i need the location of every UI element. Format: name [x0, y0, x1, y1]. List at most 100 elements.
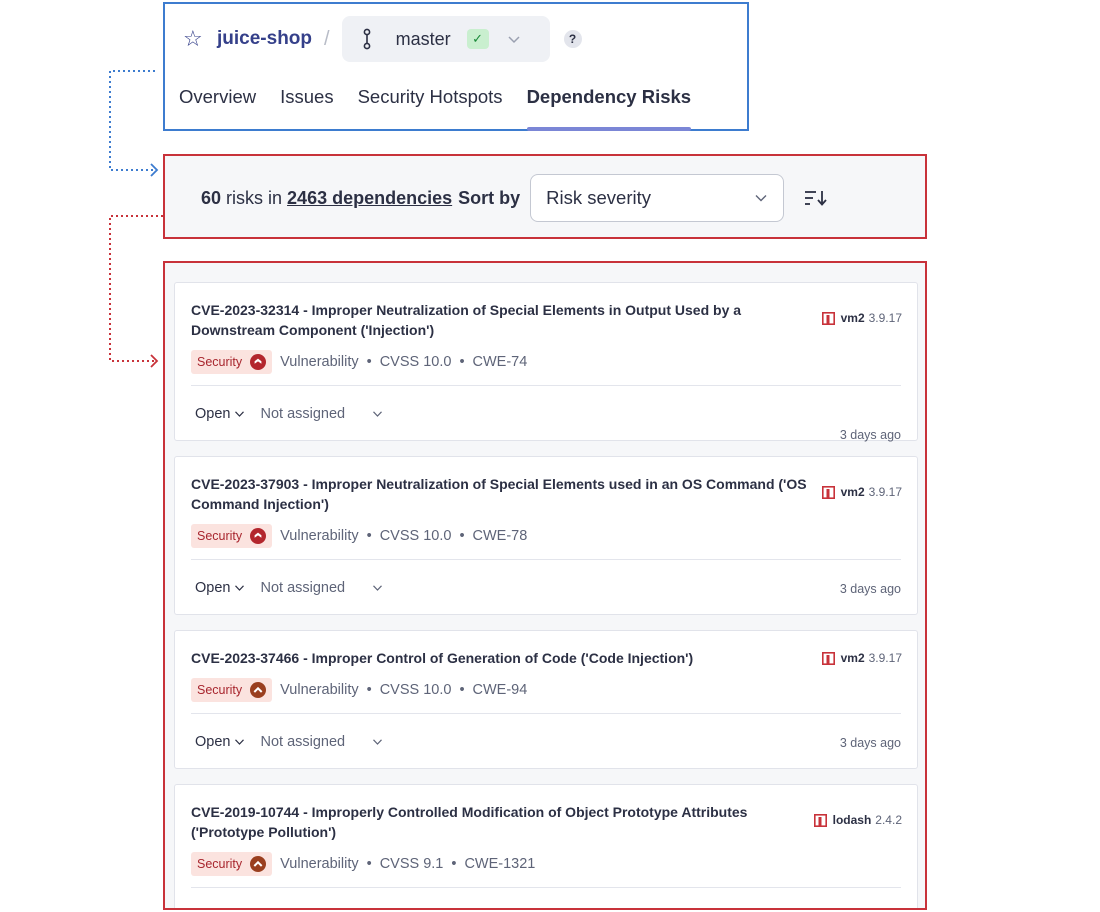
chevron-down-icon[interactable]	[235, 411, 245, 417]
risk-title[interactable]: CVE-2023-37466 - Improper Control of Gen…	[191, 648, 811, 668]
risk-title[interactable]: CVE-2023-32314 - Improper Neutralization…	[191, 300, 811, 340]
breadcrumb-separator: /	[324, 27, 330, 50]
card-divider	[191, 559, 901, 560]
risk-age: 3 days ago	[839, 582, 901, 596]
security-badge-label: Security	[197, 529, 243, 543]
cwe-id: CWE-94	[472, 682, 528, 698]
connector-red	[109, 215, 163, 368]
status-dropdown[interactable]: Open	[195, 580, 230, 596]
package-version: 3.9.17	[868, 485, 902, 499]
risk-meta: Security Vulnerability • CVSS 10.0 • CWE…	[191, 350, 527, 374]
cvss-score: CVSS 10.0	[379, 528, 452, 544]
risk-age: 3 days ago	[839, 428, 901, 442]
package-reference[interactable]: vm2 3.9.17	[821, 311, 902, 325]
cvss-score: CVSS 10.0	[379, 354, 452, 370]
tab-security-hotspots[interactable]: Security Hotspots	[358, 86, 503, 130]
npm-package-icon	[821, 651, 835, 665]
npm-package-icon	[813, 813, 827, 827]
chevron-down-icon[interactable]	[235, 739, 245, 745]
dependencies-link[interactable]: 2463 dependencies	[287, 188, 452, 209]
risk-meta: Security Vulnerability • CVSS 9.1 • CWE-…	[191, 852, 535, 876]
blocker-severity-icon	[250, 528, 267, 544]
blocker-severity-icon	[250, 354, 267, 370]
package-reference[interactable]: lodash 2.4.2	[813, 813, 902, 827]
help-icon[interactable]: ?	[563, 30, 582, 48]
security-badge-label: Security	[197, 683, 243, 697]
meta-separator: •	[366, 354, 372, 370]
risk-title[interactable]: CVE-2019-10744 - Improperly Controlled M…	[191, 802, 811, 842]
project-header: ☆ juice-shop / master ✓ ? Overview Issue…	[163, 2, 749, 131]
meta-separator: •	[459, 354, 465, 370]
meta-separator: •	[366, 528, 372, 544]
package-name: lodash	[832, 813, 872, 827]
risk-card[interactable]: CVE-2023-32314 - Improper Neutralization…	[174, 282, 918, 442]
risk-meta: Security Vulnerability • CVSS 10.0 • CWE…	[191, 678, 527, 702]
high-severity-icon	[250, 856, 267, 872]
sort-by-label: Sort by	[458, 187, 521, 208]
risk-count: 60	[201, 187, 222, 208]
star-outline-icon[interactable]: ☆	[183, 28, 205, 50]
assignee-dropdown[interactable]: Not assigned	[260, 406, 345, 422]
project-name-link[interactable]: juice-shop	[217, 28, 312, 50]
risk-card[interactable]: CVE-2023-37903 - Improper Neutralization…	[174, 456, 918, 615]
risk-type: Vulnerability	[280, 856, 359, 872]
chevron-down-icon	[508, 36, 520, 44]
risk-meta: Security Vulnerability • CVSS 10.0 • CWE…	[191, 524, 527, 548]
chevron-down-icon[interactable]	[373, 585, 383, 591]
tab-overview[interactable]: Overview	[179, 86, 256, 130]
risk-title[interactable]: CVE-2023-37903 - Improper Neutralization…	[191, 474, 811, 514]
cwe-id: CWE-78	[472, 528, 528, 544]
package-version: 3.9.17	[868, 651, 902, 665]
risk-summary-bar: 60 risks in 2463 dependencies Sort by Ri…	[163, 154, 927, 239]
cwe-id: CWE-74	[472, 354, 528, 370]
meta-separator: •	[451, 856, 457, 872]
meta-separator: •	[459, 528, 465, 544]
status-dropdown[interactable]: Open	[195, 734, 230, 750]
project-nav-tabs: Overview Issues Security Hotspots Depend…	[179, 86, 715, 131]
risk-type: Vulnerability	[280, 528, 359, 544]
security-badge: Security	[191, 678, 273, 702]
risk-type: Vulnerability	[280, 682, 359, 698]
card-divider	[191, 887, 901, 888]
tab-issues[interactable]: Issues	[280, 86, 333, 130]
risk-actions: Open Not assigned	[195, 406, 383, 422]
risk-list: CVE-2023-32314 - Improper Neutralization…	[163, 261, 927, 910]
risk-actions: Open Not assigned	[195, 734, 383, 750]
tab-dependency-risks[interactable]: Dependency Risks	[526, 86, 691, 131]
security-badge: Security	[191, 350, 273, 374]
risk-age: 3 days ago	[839, 736, 901, 750]
branch-name: master	[395, 28, 451, 49]
connector-blue	[109, 70, 159, 177]
cvss-score: CVSS 9.1	[379, 856, 444, 872]
sort-select[interactable]: Risk severity	[530, 174, 785, 222]
security-badge: Security	[191, 852, 273, 876]
package-name: vm2	[840, 485, 865, 499]
chevron-down-icon[interactable]	[373, 739, 383, 745]
sort-descending-icon[interactable]	[804, 189, 828, 207]
package-name: vm2	[840, 651, 865, 665]
status-dropdown[interactable]: Open	[195, 406, 230, 422]
high-severity-icon	[250, 682, 267, 698]
package-version: 3.9.17	[868, 311, 902, 325]
risk-actions: Open Not assigned	[195, 580, 383, 596]
package-version: 2.4.2	[875, 813, 902, 827]
security-badge-label: Security	[197, 857, 243, 871]
risk-card[interactable]: CVE-2019-10744 - Improperly Controlled M…	[174, 784, 918, 908]
project-breadcrumb: ☆ juice-shop / master ✓ ?	[183, 15, 582, 63]
risk-type: Vulnerability	[280, 354, 359, 370]
risk-card[interactable]: CVE-2023-37466 - Improper Control of Gen…	[174, 630, 918, 769]
package-reference[interactable]: vm2 3.9.17	[821, 651, 902, 665]
risk-summary: 60 risks in 2463 dependencies Sort by Ri…	[201, 174, 828, 222]
risk-count-label: risks in	[226, 187, 283, 208]
meta-separator: •	[366, 682, 372, 698]
security-badge-label: Security	[197, 355, 243, 369]
assignee-dropdown[interactable]: Not assigned	[260, 734, 345, 750]
branch-selector[interactable]: master ✓	[341, 16, 550, 62]
card-divider	[191, 713, 901, 714]
chevron-down-icon	[755, 195, 767, 202]
chevron-down-icon[interactable]	[373, 411, 383, 417]
assignee-dropdown[interactable]: Not assigned	[260, 580, 345, 596]
chevron-down-icon[interactable]	[235, 585, 245, 591]
package-reference[interactable]: vm2 3.9.17	[821, 485, 902, 499]
package-name: vm2	[840, 311, 865, 325]
